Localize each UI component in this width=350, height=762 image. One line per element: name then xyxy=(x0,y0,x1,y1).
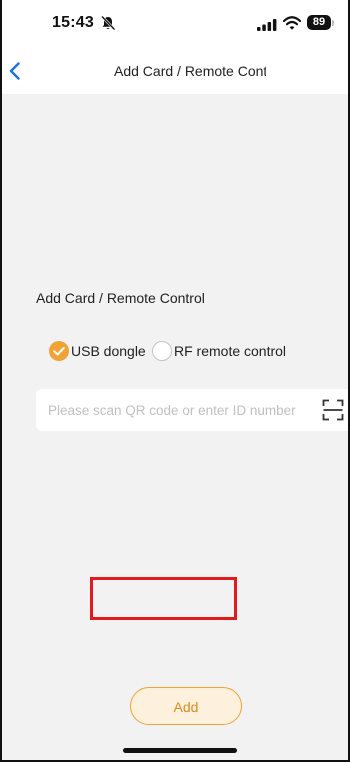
id-field xyxy=(36,389,348,431)
bell-off-icon xyxy=(100,15,116,31)
page-title: Add Card / Remote Contr xyxy=(114,63,266,79)
main-content: Add Card / Remote Control USB dongle RF … xyxy=(2,94,348,760)
battery-icon: 89 xyxy=(307,15,331,30)
phone-screen: 15:43 89 Add Card / Remote Contr Add Car… xyxy=(0,0,350,762)
status-time: 15:43 xyxy=(52,14,94,31)
nav-bar: Add Card / Remote Contr xyxy=(2,48,348,94)
signal-icon xyxy=(257,18,277,31)
home-indicator[interactable] xyxy=(123,748,237,753)
id-number-input[interactable] xyxy=(48,389,312,431)
wifi-icon xyxy=(282,15,302,31)
highlight-annotation-box xyxy=(90,577,237,620)
usb-dongle-label[interactable]: USB dongle xyxy=(71,343,146,359)
usb-dongle-radio[interactable] xyxy=(49,341,69,361)
rf-remote-radio[interactable] xyxy=(152,341,172,361)
section-title: Add Card / Remote Control xyxy=(36,290,205,306)
status-bar: 15:43 89 xyxy=(2,0,348,48)
scan-qr-icon[interactable] xyxy=(322,399,344,421)
add-button[interactable]: Add xyxy=(130,687,242,725)
battery-tip xyxy=(332,20,334,26)
rf-remote-label[interactable]: RF remote control xyxy=(174,343,286,359)
chevron-left-icon[interactable] xyxy=(8,61,22,81)
